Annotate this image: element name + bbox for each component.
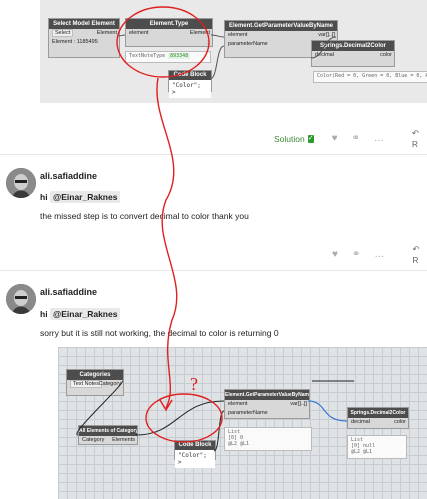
connector-line: [156, 77, 178, 409]
highlight-circle-bottom: [145, 393, 223, 443]
arrow-head-icon: [159, 399, 173, 412]
question-mark-annotation: ?: [190, 374, 198, 394]
red-annotation-overlay: ?: [116, 6, 223, 443]
highlight-circle-top: [116, 6, 210, 78]
